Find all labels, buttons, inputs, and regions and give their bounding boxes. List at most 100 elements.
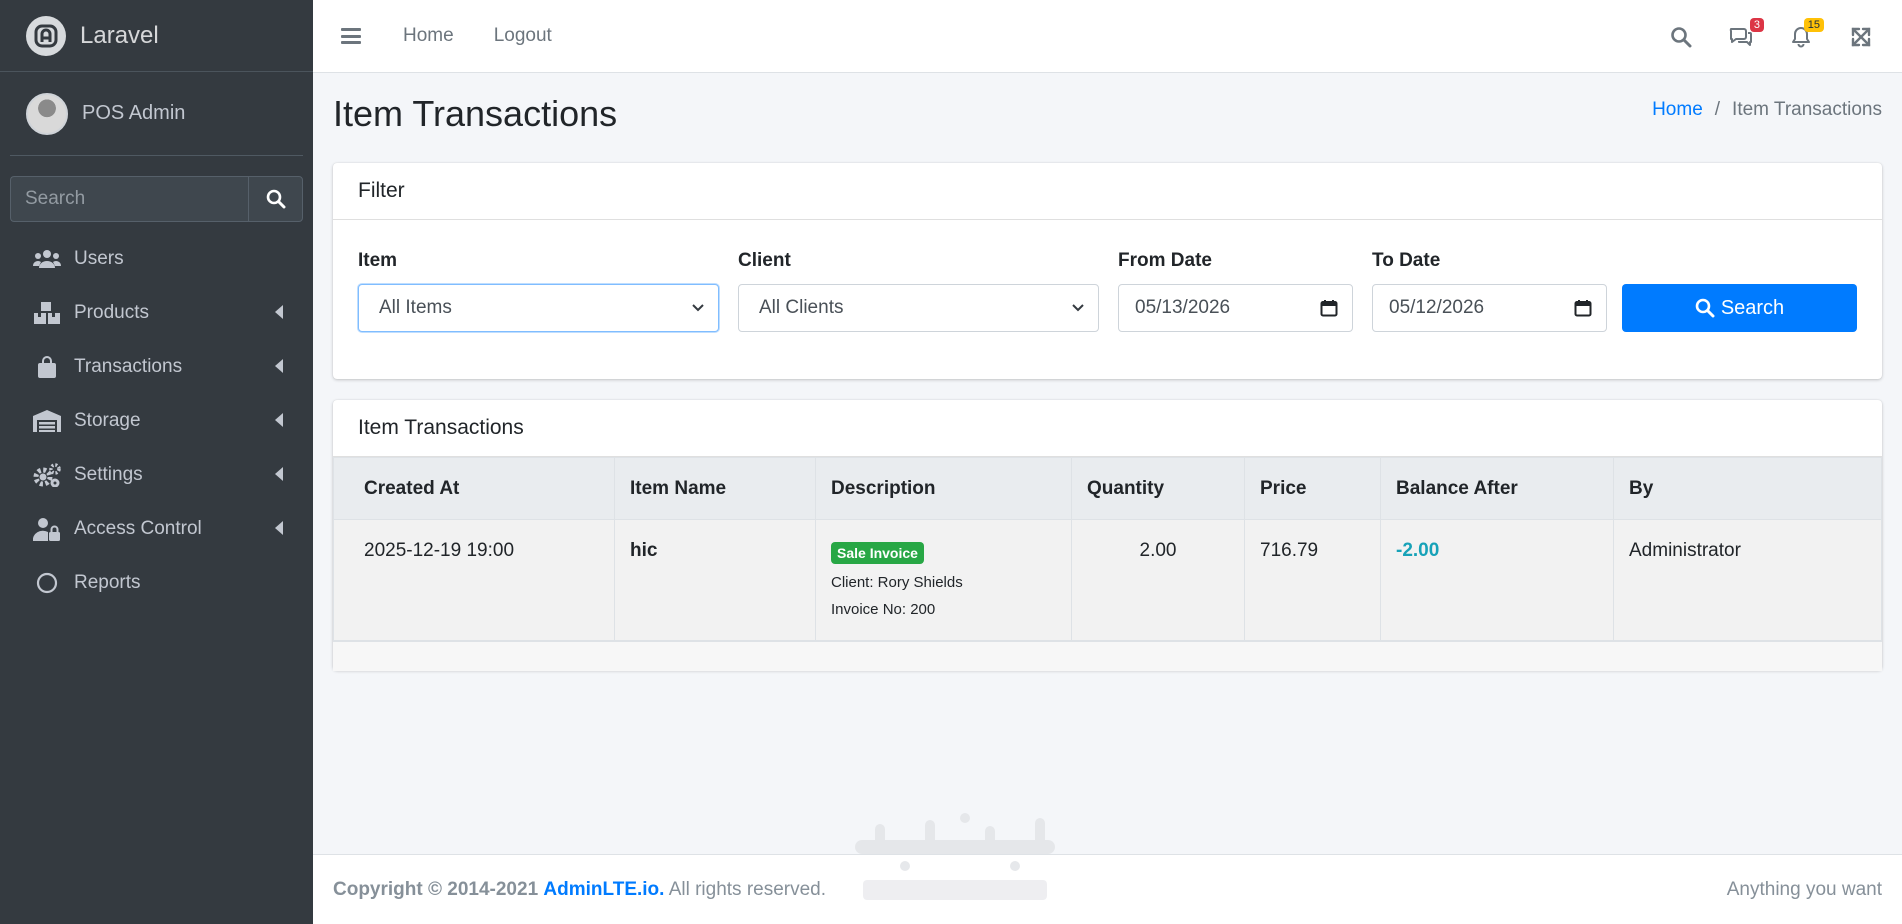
nav-link-logout[interactable]: Logout bbox=[494, 25, 552, 47]
cell-by: Administrator bbox=[1613, 519, 1882, 641]
sidebar-item-label: Products bbox=[74, 302, 149, 323]
laravel-logo-icon bbox=[26, 15, 66, 56]
navbar-search-button[interactable] bbox=[1668, 24, 1694, 50]
search-button[interactable]: Search bbox=[1622, 284, 1857, 332]
breadcrumb-current: Item Transactions bbox=[1732, 99, 1882, 120]
user-panel[interactable]: POS Admin bbox=[10, 72, 303, 156]
cell-quantity: 2.00 bbox=[1071, 519, 1245, 641]
chevron-down-icon bbox=[1072, 304, 1084, 312]
sidebar-item-products[interactable]: Products bbox=[0, 286, 313, 340]
sidebar-item-reports[interactable]: Reports bbox=[0, 556, 313, 610]
client-filter-group: Client All Clients bbox=[738, 250, 1099, 332]
main-header: Home Logout 3 15 bbox=[313, 0, 1902, 73]
sidebar-item-settings[interactable]: Settings bbox=[0, 448, 313, 502]
filter-card: Filter Item All Items Client All Clients… bbox=[333, 163, 1882, 379]
sidebar-search-input[interactable] bbox=[10, 176, 248, 222]
sale-invoice-badge: Sale Invoice bbox=[831, 542, 924, 564]
chevron-left-icon bbox=[275, 467, 283, 481]
sidebar-item-label: Settings bbox=[74, 464, 143, 485]
notifications-button[interactable]: 15 bbox=[1788, 17, 1824, 50]
calendar-icon bbox=[1574, 300, 1592, 317]
calendar-icon bbox=[1320, 300, 1338, 317]
column-header-item-name: Item Name bbox=[614, 457, 816, 520]
cell-description: Sale Invoice Client: Rory Shields Invoic… bbox=[815, 519, 1072, 641]
item-select[interactable]: All Items bbox=[358, 284, 719, 332]
from-date-input[interactable]: 05/13/2026 bbox=[1118, 284, 1353, 332]
sidebar-item-label: Reports bbox=[74, 572, 141, 593]
table-header-row: Created At Item Name Description Quantit… bbox=[333, 457, 1882, 520]
sidebar-item-transactions[interactable]: Transactions bbox=[0, 340, 313, 394]
item-filter-group: Item All Items bbox=[358, 250, 719, 332]
cell-price: 716.79 bbox=[1244, 519, 1381, 641]
search-icon bbox=[1695, 298, 1715, 318]
user-lock-icon bbox=[32, 517, 62, 541]
sidebar-item-label: Transactions bbox=[74, 356, 183, 377]
sidebar-item-label: Users bbox=[74, 248, 124, 269]
column-header-by: By bbox=[1613, 457, 1882, 520]
cogs-icon bbox=[32, 463, 62, 487]
filter-card-title: Filter bbox=[333, 163, 1882, 220]
transactions-table: Created At Item Name Description Quantit… bbox=[333, 457, 1882, 641]
chevron-left-icon bbox=[275, 305, 283, 319]
header-actions: 3 15 bbox=[1634, 0, 1874, 73]
notifications-count-badge: 15 bbox=[1803, 17, 1824, 32]
client-filter-label: Client bbox=[738, 250, 791, 271]
balance-after-value: -2.00 bbox=[1396, 540, 1440, 561]
footer-right-text: Anything you want bbox=[1726, 878, 1882, 900]
messages-count-badge: 3 bbox=[1749, 17, 1764, 32]
sidebar-item-storage[interactable]: Storage bbox=[0, 394, 313, 448]
transactions-card-footer bbox=[333, 641, 1882, 671]
chevron-left-icon bbox=[275, 521, 283, 535]
column-header-price: Price bbox=[1244, 457, 1381, 520]
users-icon bbox=[32, 247, 62, 271]
description-invoice: Invoice No: 200 bbox=[831, 601, 936, 618]
expand-arrows-icon bbox=[1851, 27, 1871, 46]
cell-balance-after: -2.00 bbox=[1380, 519, 1614, 641]
column-header-balance-after: Balance After bbox=[1380, 457, 1614, 520]
hamburger-menu-icon[interactable] bbox=[341, 28, 361, 44]
nav-link-home[interactable]: Home bbox=[403, 25, 454, 47]
transactions-card-title: Item Transactions bbox=[333, 400, 1882, 457]
brand-name: Laravel bbox=[80, 21, 159, 49]
column-header-description: Description bbox=[815, 457, 1072, 520]
description-client: Client: Rory Shields bbox=[831, 574, 963, 591]
shopping-bag-icon bbox=[32, 355, 62, 379]
sidebar-item-label: Access Control bbox=[74, 518, 202, 539]
breadcrumb-home-link[interactable]: Home bbox=[1652, 99, 1703, 121]
warehouse-icon bbox=[32, 409, 62, 433]
circle-icon bbox=[32, 571, 62, 595]
footer-copyright: Copyright © 2014-2021 AdminLTE.io. All r… bbox=[333, 879, 826, 901]
footer-adminlte-link[interactable]: AdminLTE.io. bbox=[543, 879, 664, 900]
table-row: 2025-12-19 19:00 hic Sale Invoice Client… bbox=[333, 519, 1882, 641]
user-name: POS Admin bbox=[82, 102, 186, 124]
brand-link[interactable]: Laravel bbox=[0, 0, 313, 72]
sidebar-item-label: Storage bbox=[74, 410, 141, 431]
sidebar-item-users[interactable]: Users bbox=[0, 232, 313, 286]
search-icon bbox=[1671, 26, 1692, 47]
from-date-value: 05/13/2026 bbox=[1135, 297, 1231, 318]
column-header-quantity: Quantity bbox=[1071, 457, 1245, 520]
client-select-value: All Clients bbox=[759, 297, 844, 318]
messages-button[interactable]: 3 bbox=[1728, 17, 1764, 50]
page-title: Item Transactions bbox=[333, 93, 618, 134]
from-date-label: From Date bbox=[1118, 250, 1212, 271]
cell-item-name: hic bbox=[614, 519, 816, 641]
footer-copyright-text: Copyright © 2014-2021 bbox=[333, 878, 539, 900]
footer-rights-text: All rights reserved. bbox=[668, 878, 827, 900]
avatar bbox=[26, 92, 68, 135]
search-icon bbox=[266, 189, 285, 209]
client-select[interactable]: All Clients bbox=[738, 284, 1099, 332]
cell-created-at: 2025-12-19 19:00 bbox=[333, 519, 615, 641]
fullscreen-button[interactable] bbox=[1848, 24, 1874, 50]
sidebar-search-button[interactable] bbox=[248, 176, 303, 222]
chevron-down-icon bbox=[692, 304, 704, 312]
sidebar-item-access-control[interactable]: Access Control bbox=[0, 502, 313, 556]
to-date-group: To Date 05/12/2026 bbox=[1372, 250, 1607, 332]
sidebar-nav: Users Products Transactions Storage Sett… bbox=[0, 232, 313, 610]
to-date-value: 05/12/2026 bbox=[1389, 297, 1485, 318]
search-button-label: Search bbox=[1720, 296, 1785, 319]
from-date-group: From Date 05/13/2026 bbox=[1118, 250, 1353, 332]
to-date-input[interactable]: 05/12/2026 bbox=[1372, 284, 1607, 332]
main-sidebar: Laravel POS Admin Users Products bbox=[0, 0, 313, 924]
main-footer: Copyright © 2014-2021 AdminLTE.io. All r… bbox=[313, 854, 1902, 924]
